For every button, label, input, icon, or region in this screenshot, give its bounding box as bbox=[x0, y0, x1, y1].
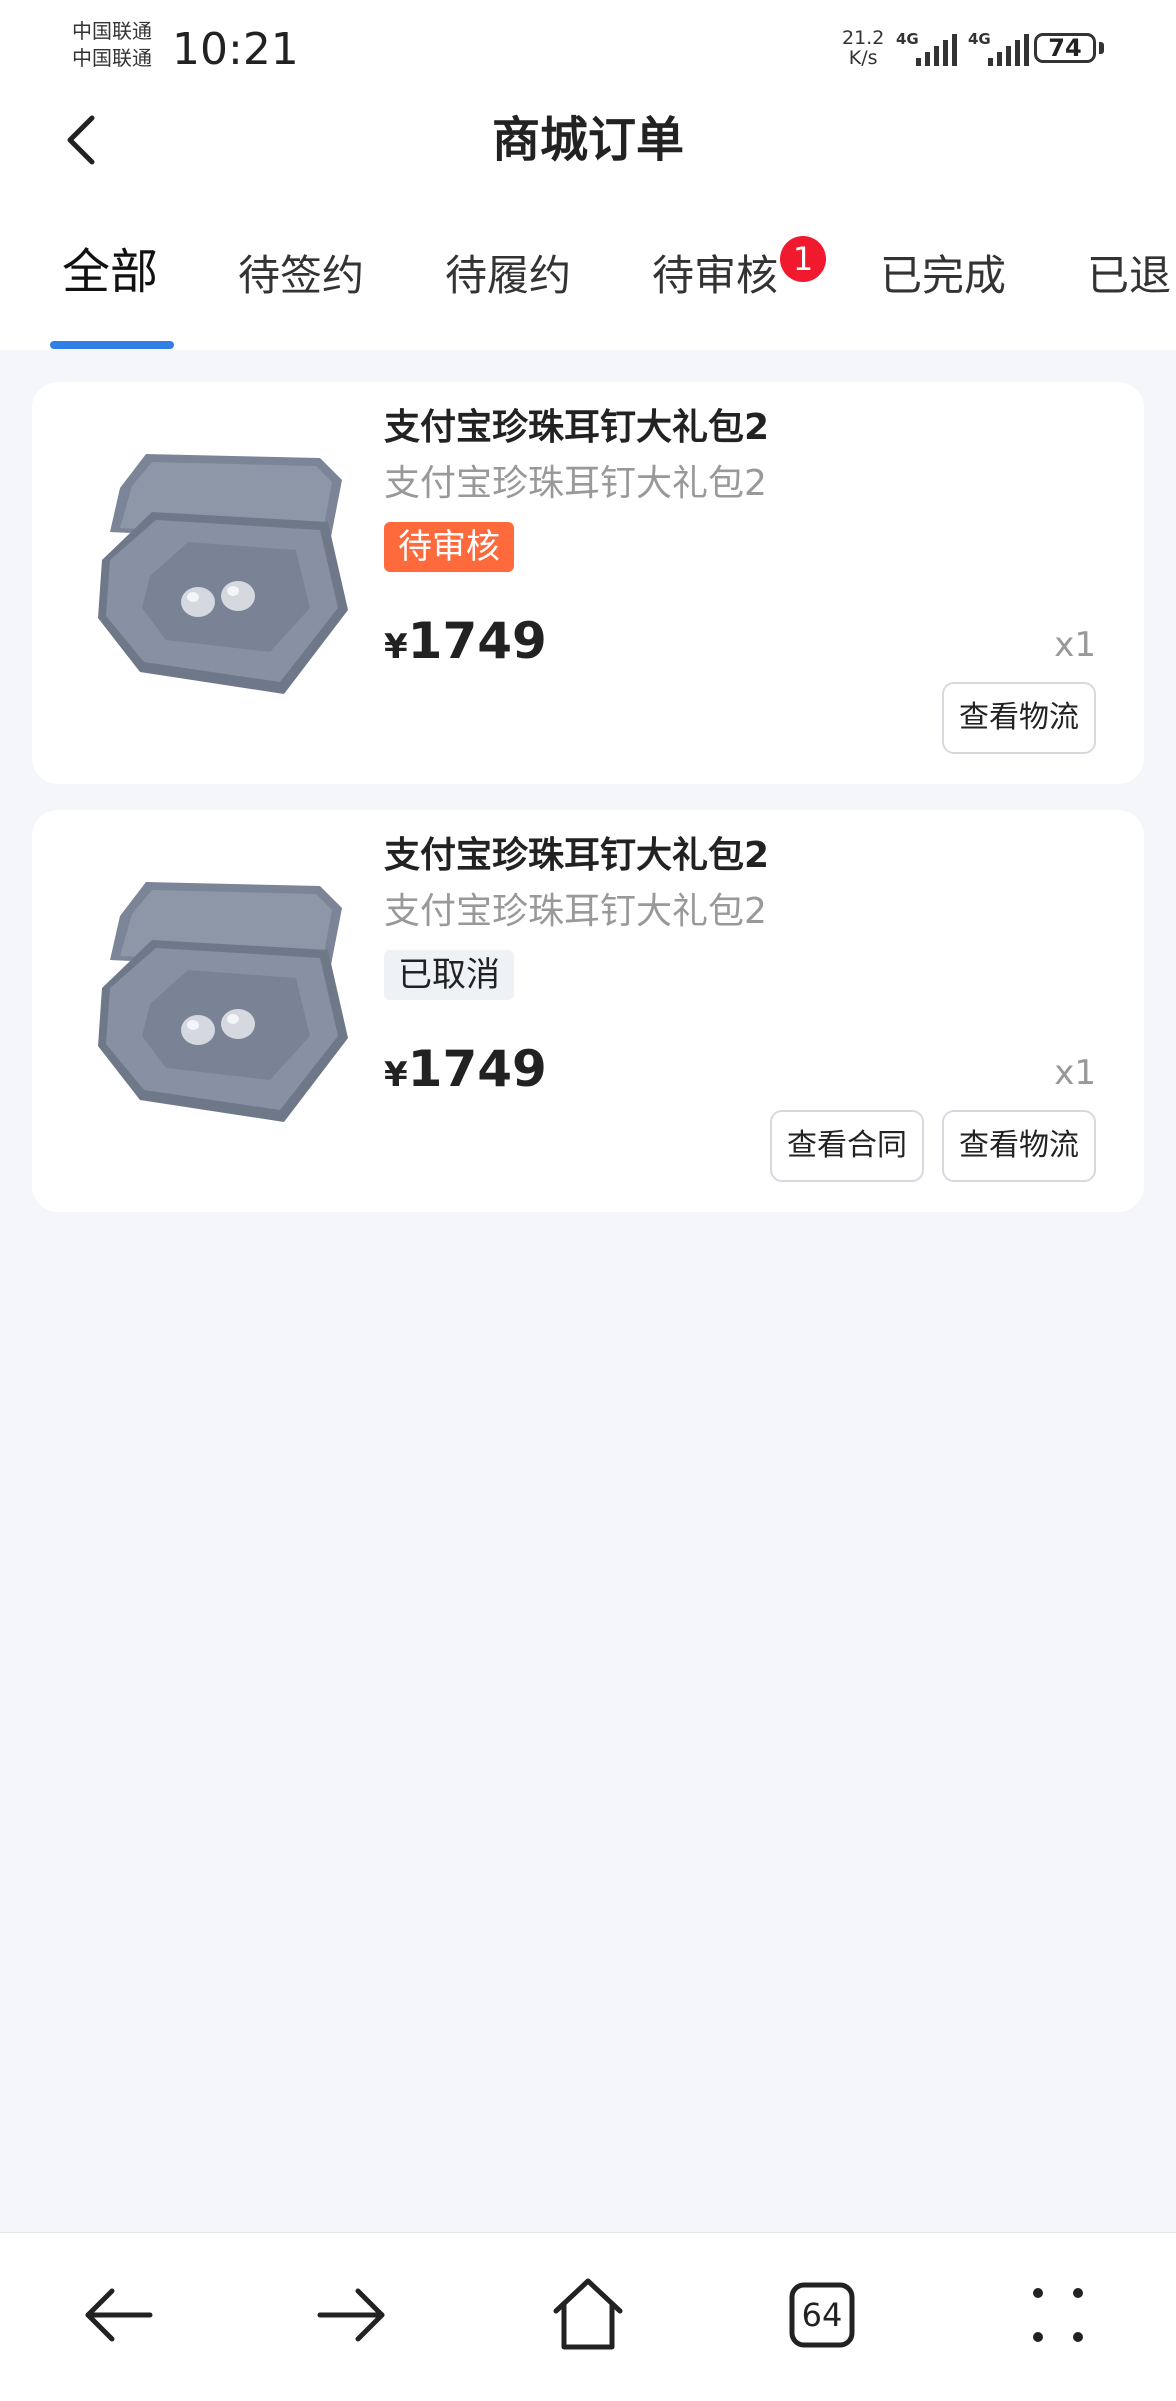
carrier-info: 中国联通 中国联通 bbox=[72, 18, 152, 72]
quantity: x1 bbox=[1054, 625, 1096, 665]
pearl-earring-box-image bbox=[98, 882, 348, 1122]
carrier-2: 中国联通 bbox=[72, 46, 152, 70]
product-subtitle: 支付宝珍珠耳钉大礼包2 bbox=[384, 891, 767, 932]
battery-icon: 74 bbox=[1034, 33, 1096, 63]
network-speed: 21.2 K/s bbox=[842, 28, 884, 68]
signal-2-icon: 4G bbox=[968, 30, 1029, 66]
tabs-count: 64 bbox=[802, 2296, 843, 2334]
status-tag-cancelled: 已取消 bbox=[384, 950, 514, 1000]
order-status-tabs: 全部 待签约 待履约 待审核 1 已完成 已退 bbox=[0, 188, 1176, 350]
home-icon[interactable] bbox=[538, 2265, 638, 2365]
product-name: 支付宝珍珠耳钉大礼包2 bbox=[384, 835, 770, 876]
signal-1-label: 4G bbox=[896, 30, 919, 48]
view-logistics-button[interactable]: 查看物流 bbox=[942, 1110, 1096, 1182]
status-bar: 中国联通 中国联通 10:21 21.2 K/s 4G 4G 74 bbox=[0, 0, 1176, 92]
tab-pending-signing[interactable]: 待签约 bbox=[238, 248, 364, 304]
quantity: x1 bbox=[1054, 1053, 1096, 1093]
more-dots-icon[interactable] bbox=[1008, 2265, 1108, 2365]
price-value: 1749 bbox=[407, 1040, 547, 1098]
pearl-earring-box-image bbox=[98, 454, 348, 694]
arrow-right-icon[interactable] bbox=[302, 2265, 402, 2365]
clock: 10:21 bbox=[172, 24, 299, 75]
currency-symbol: ¥ bbox=[384, 1055, 408, 1095]
order-card[interactable]: 支付宝珍珠耳钉大礼包2 支付宝珍珠耳钉大礼包2 待审核 ¥1749 x1 查看物… bbox=[32, 382, 1144, 784]
tab-refunded[interactable]: 已退 bbox=[1087, 248, 1171, 304]
battery-tip bbox=[1099, 42, 1104, 54]
tab-pending-fulfillment[interactable]: 待履约 bbox=[445, 248, 571, 304]
arrow-left-icon[interactable] bbox=[68, 2265, 168, 2365]
tabs-count-icon[interactable]: 64 bbox=[772, 2265, 872, 2365]
view-contract-button[interactable]: 查看合同 bbox=[770, 1110, 924, 1182]
currency-symbol: ¥ bbox=[384, 627, 408, 667]
signal-2-label: 4G bbox=[968, 30, 991, 48]
price-value: 1749 bbox=[407, 612, 547, 670]
page-title: 商城订单 bbox=[491, 112, 684, 168]
network-speed-value: 21.2 bbox=[842, 27, 885, 49]
network-speed-unit: K/s bbox=[848, 47, 878, 69]
view-logistics-button[interactable]: 查看物流 bbox=[942, 682, 1096, 754]
status-tag-pending-review: 待审核 bbox=[384, 522, 514, 572]
order-card[interactable]: 支付宝珍珠耳钉大礼包2 支付宝珍珠耳钉大礼包2 已取消 ¥1749 x1 查看合… bbox=[32, 810, 1144, 1212]
nav-header: 商城订单 bbox=[0, 92, 1176, 188]
price: ¥1749 bbox=[384, 1038, 547, 1106]
tab-all[interactable]: 全部 bbox=[62, 244, 158, 300]
product-subtitle: 支付宝珍珠耳钉大礼包2 bbox=[384, 463, 767, 504]
signal-1-icon: 4G bbox=[896, 30, 957, 66]
pending-review-badge: 1 bbox=[780, 236, 826, 282]
tab-completed[interactable]: 已完成 bbox=[880, 248, 1006, 304]
price: ¥1749 bbox=[384, 610, 547, 678]
active-tab-indicator bbox=[50, 341, 174, 349]
carrier-1: 中国联通 bbox=[72, 19, 152, 43]
browser-bottom-bar: 64 bbox=[0, 2232, 1176, 2401]
tab-pending-review[interactable]: 待审核 bbox=[652, 248, 778, 304]
product-name: 支付宝珍珠耳钉大礼包2 bbox=[384, 407, 770, 448]
